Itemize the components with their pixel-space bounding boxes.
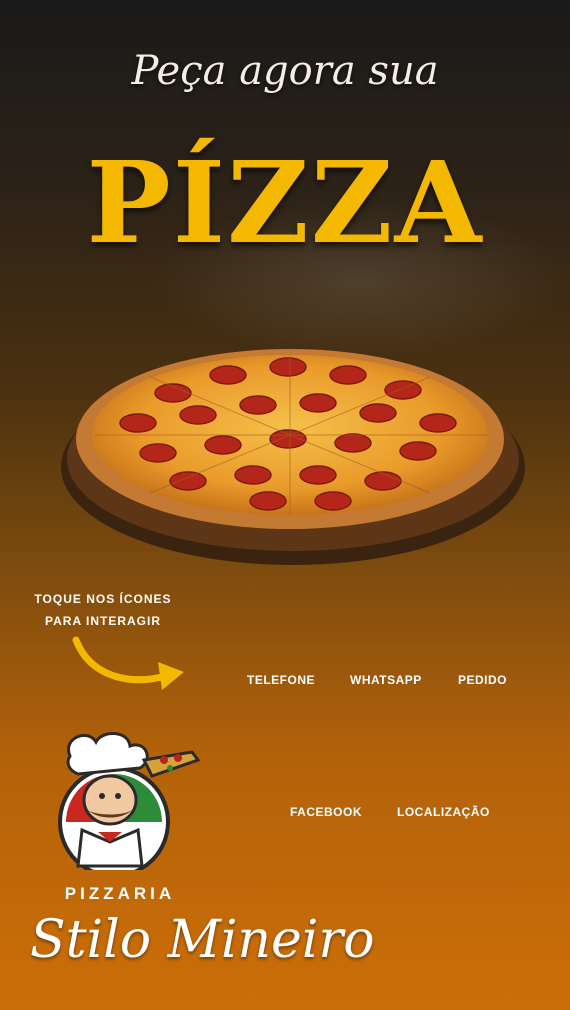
localizacao-link[interactable]: LOCALIZAÇÃO — [397, 805, 490, 819]
pizza-image — [61, 349, 525, 565]
pedido-link[interactable]: PEDIDO — [458, 673, 507, 687]
arrow-icon — [72, 636, 184, 690]
facebook-link[interactable]: FACEBOOK — [290, 805, 362, 819]
headline: Peça agora sua — [131, 48, 439, 94]
interaction-hint: TOQUE NOS ÍCONES PARA INTERAGIR — [18, 588, 188, 632]
whatsapp-link[interactable]: WHATSAPP — [350, 673, 422, 687]
brand-name: Stilo Mineiro — [30, 910, 375, 970]
brand-label: PIZZARIA — [64, 884, 176, 903]
headline-pizza: PÍZZA — [86, 138, 484, 269]
telefone-link[interactable]: TELEFONE — [247, 673, 315, 687]
chef-logo — [58, 732, 201, 870]
hint-line-2: PARA INTERAGIR — [45, 614, 161, 628]
hint-line-1: TOQUE NOS ÍCONES — [34, 592, 172, 606]
